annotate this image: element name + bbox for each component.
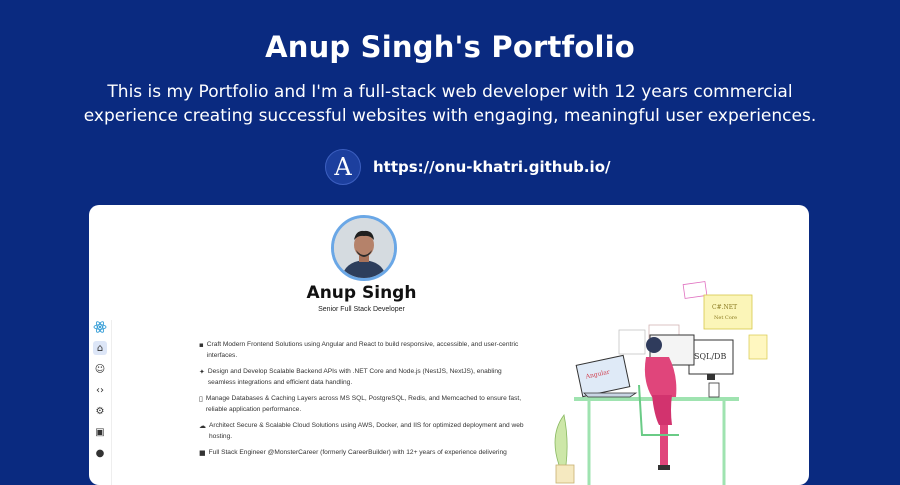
- preview-sidebar: ⌂ ☺ ‹› ⚙ ▣ ●: [89, 320, 112, 485]
- profile-name: Anup Singh: [306, 283, 417, 303]
- tools-icon: ✦: [199, 368, 205, 376]
- cloud-icon: ☁: [199, 422, 206, 430]
- list-item: ✦ Design and Develop Scalable Backend API…: [199, 367, 527, 388]
- portfolio-link[interactable]: A https://onu-khatri.github.io/: [325, 149, 610, 185]
- page-title: Anup Singh's Portfolio: [265, 30, 635, 64]
- briefcase-icon[interactable]: ▣: [93, 425, 107, 439]
- dotnet-label: C#.NET: [712, 304, 737, 311]
- github-icon[interactable]: ●: [93, 446, 107, 460]
- avatar: [331, 215, 397, 281]
- portfolio-url[interactable]: https://onu-khatri.github.io/: [373, 158, 610, 176]
- badge-icon: ■: [199, 449, 206, 457]
- react-logo-icon[interactable]: [93, 320, 107, 334]
- home-icon[interactable]: ⌂: [93, 341, 107, 355]
- profile-role: Senior Full Stack Developer: [318, 306, 405, 313]
- list-item: ▯ Manage Databases & Caching Layers acros…: [199, 394, 527, 415]
- developer-illustration: C#.NET Net Core SQL/DB Angular: [554, 281, 768, 485]
- sql-label: SQL/DB: [694, 352, 726, 361]
- code-icon[interactable]: ‹›: [93, 383, 107, 397]
- list-item: ▪ Craft Modern Frontend Solutions using A…: [199, 340, 527, 361]
- database-icon: ▯: [199, 395, 203, 403]
- user-icon[interactable]: ☺: [93, 362, 107, 376]
- site-logo-icon: A: [325, 149, 361, 185]
- gear-icon[interactable]: ⚙: [93, 404, 107, 418]
- portfolio-preview-card[interactable]: ⌂ ☺ ‹› ⚙ ▣ ● Anup Singh Senior Full Stac…: [89, 205, 809, 485]
- monitor-icon: ▪: [199, 341, 204, 349]
- svg-text:Net Core: Net Core: [714, 315, 737, 321]
- page-description: This is my Portfolio and I'm a full-stac…: [83, 82, 817, 126]
- list-item: ☁ Architect Secure & Scalable Cloud Solut…: [199, 421, 527, 442]
- skills-list: ▪ Craft Modern Frontend Solutions using A…: [199, 340, 527, 465]
- list-item: ■ Full Stack Engineer @MonsterCareer (for…: [199, 449, 507, 457]
